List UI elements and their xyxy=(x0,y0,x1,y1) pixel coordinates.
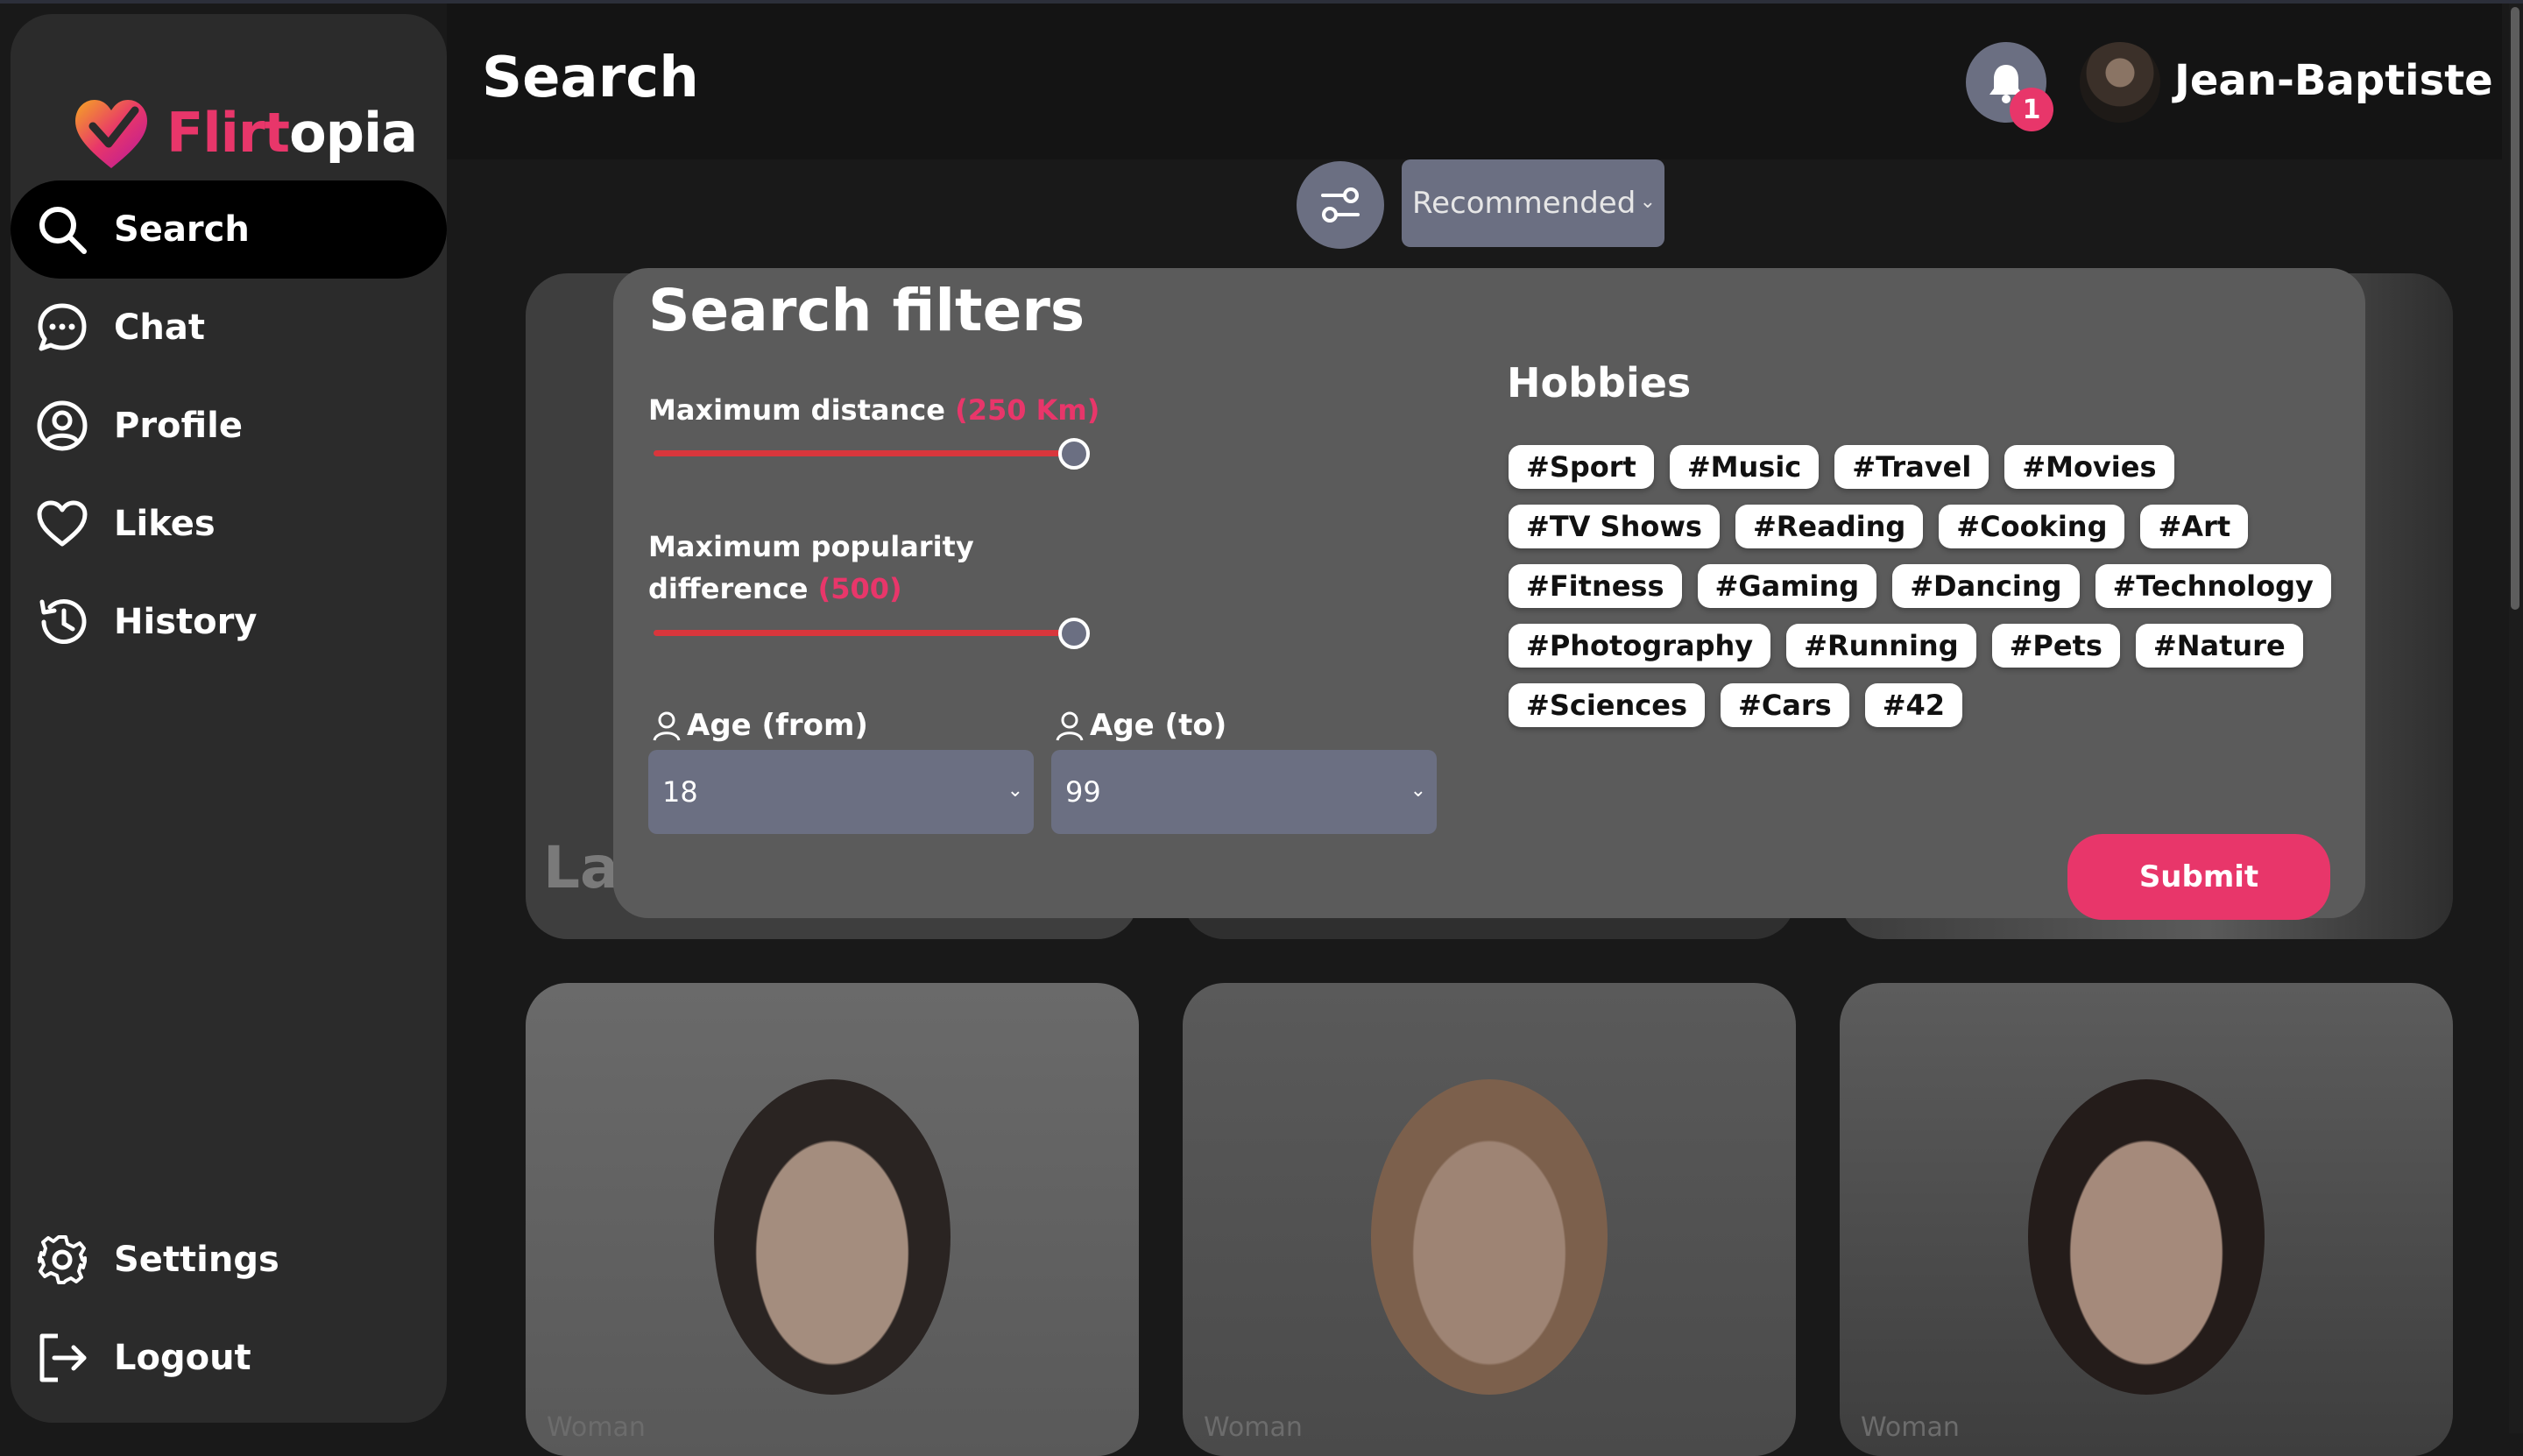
heart-check-logo-icon xyxy=(75,100,147,168)
profile-card[interactable]: Woman xyxy=(1840,983,2453,1456)
hobby-tag[interactable]: #42 xyxy=(1864,683,1963,727)
app-logo[interactable]: Flirtopia xyxy=(72,95,418,170)
profile-photo xyxy=(1371,1079,1608,1395)
profile-photo xyxy=(714,1079,951,1395)
sidebar-item-profile[interactable]: Profile xyxy=(11,377,447,475)
hobby-tag[interactable]: #Fitness xyxy=(1509,564,1682,608)
hobby-tag[interactable]: #Sport xyxy=(1509,445,1654,489)
user-icon xyxy=(1056,711,1084,741)
profile-card[interactable]: Woman xyxy=(526,983,1139,1456)
hobby-row: #TV Shows #Reading #Cooking #Art xyxy=(1509,505,2350,548)
history-icon xyxy=(35,595,89,649)
sidebar-item-label: Chat xyxy=(114,307,205,348)
sidebar-item-label: History xyxy=(114,602,258,642)
gender-label: Woman xyxy=(1204,1412,1303,1443)
sort-select[interactable]: Recommended ⌄ xyxy=(1402,159,1664,247)
sidebar-item-label: Search xyxy=(114,209,250,250)
age-to-label: Age (to) xyxy=(1053,708,1226,743)
sidebar-item-history[interactable]: History xyxy=(11,573,447,671)
popularity-slider-thumb[interactable] xyxy=(1058,618,1090,649)
sidebar-item-chat[interactable]: Chat xyxy=(11,279,447,377)
hobby-tag[interactable]: #Running xyxy=(1786,624,1976,668)
sidebar-item-label: Profile xyxy=(114,406,244,446)
hobby-tag[interactable]: #Dancing xyxy=(1892,564,2080,608)
hobby-tag[interactable]: #Music xyxy=(1669,445,1820,489)
scrollbar-thumb[interactable] xyxy=(2511,7,2519,610)
logout-icon xyxy=(35,1331,89,1385)
profile-photo xyxy=(2028,1079,2265,1395)
submit-button[interactable]: Submit xyxy=(2067,834,2330,920)
hobbies-title: Hobbies xyxy=(1507,359,1692,406)
hobby-tag[interactable]: #Pets xyxy=(1991,624,2120,668)
hobby-row: #Fitness #Gaming #Dancing #Technology xyxy=(1509,564,2350,608)
hobby-tag[interactable]: #Photography xyxy=(1509,624,1771,668)
filter-sliders-icon xyxy=(1321,187,1360,223)
heart-icon xyxy=(35,497,89,551)
age-to-select[interactable]: 99 ⌄ xyxy=(1051,750,1437,834)
age-from-select[interactable]: 18 ⌄ xyxy=(648,750,1034,834)
distance-slider-thumb[interactable] xyxy=(1058,438,1090,470)
hobby-tag[interactable]: #Movies xyxy=(2004,445,2174,489)
gender-label: Woman xyxy=(1861,1412,1960,1443)
hobby-row: #Sciences #Cars #42 xyxy=(1509,683,2350,727)
hobby-tag[interactable]: #Art xyxy=(2140,505,2249,548)
user-name[interactable]: Jean-Baptiste xyxy=(2174,56,2493,105)
chevron-down-icon: ⌄ xyxy=(1639,191,1656,213)
sidebar-item-search[interactable]: Search xyxy=(11,180,447,279)
hobby-tag[interactable]: #Reading xyxy=(1735,505,1924,548)
sidebar-item-logout[interactable]: Logout xyxy=(11,1309,447,1407)
filters-title: Search filters xyxy=(648,277,1085,344)
chat-icon xyxy=(35,300,89,355)
hobby-tag[interactable]: #Gaming xyxy=(1697,564,1877,608)
search-filters-panel: Search filters Maximum distance (250 Km)… xyxy=(613,268,2365,920)
user-avatar[interactable] xyxy=(2080,42,2160,123)
profile-card[interactable]: Woman xyxy=(1183,983,1796,1456)
sidebar-item-settings[interactable]: Settings xyxy=(11,1211,447,1309)
hobby-row: #Photography #Running #Pets #Nature xyxy=(1509,624,2350,668)
hobby-tag[interactable]: #Nature xyxy=(2135,624,2303,668)
search-icon xyxy=(35,202,89,257)
chevron-down-icon: ⌄ xyxy=(1410,780,1426,802)
popularity-slider-track[interactable] xyxy=(654,630,1071,636)
filter-toggle-button[interactable] xyxy=(1297,161,1384,249)
sidebar-item-likes[interactable]: Likes xyxy=(11,475,447,573)
sidebar-item-label: Likes xyxy=(114,504,216,544)
hobby-row: #Sport #Music #Travel #Movies xyxy=(1509,445,2350,489)
app-name: Flirtopia xyxy=(166,100,418,165)
sidebar: Flirtopia Search Chat Profile Likes Hist… xyxy=(11,14,447,1423)
age-to-value: 99 xyxy=(1065,775,1101,809)
hobby-tag[interactable]: #Cooking xyxy=(1939,505,2125,548)
profile-card-name: La xyxy=(543,834,619,901)
gender-label: Woman xyxy=(547,1412,646,1443)
top-header: Search 1 Jean-Baptiste xyxy=(447,4,2502,159)
sidebar-item-label: Settings xyxy=(114,1240,279,1280)
profile-icon xyxy=(35,399,89,453)
hobby-tag[interactable]: #Sciences xyxy=(1509,683,1705,727)
hobby-tag[interactable]: #Technology xyxy=(2095,564,2331,608)
notification-count-badge: 1 xyxy=(2010,88,2053,131)
chevron-down-icon: ⌄ xyxy=(1007,780,1023,802)
sidebar-item-label: Logout xyxy=(114,1338,251,1378)
hobby-tag[interactable]: #Cars xyxy=(1721,683,1849,727)
sort-select-value: Recommended xyxy=(1412,186,1636,221)
age-from-value: 18 xyxy=(662,775,698,809)
distance-slider-track[interactable] xyxy=(654,450,1071,456)
hobby-tags: #Sport #Music #Travel #Movies #TV Shows #Read… xyxy=(1509,445,2350,743)
user-icon xyxy=(653,711,681,741)
popularity-label: Maximum popularity difference (500) xyxy=(648,530,974,605)
hobby-tag[interactable]: #TV Shows xyxy=(1509,505,1720,548)
age-from-label: Age (from) xyxy=(650,708,868,743)
hobby-tag[interactable]: #Travel xyxy=(1834,445,1989,489)
page-title: Search xyxy=(482,46,699,110)
gear-icon xyxy=(35,1233,89,1287)
distance-label: Maximum distance (250 Km) xyxy=(648,393,1100,427)
